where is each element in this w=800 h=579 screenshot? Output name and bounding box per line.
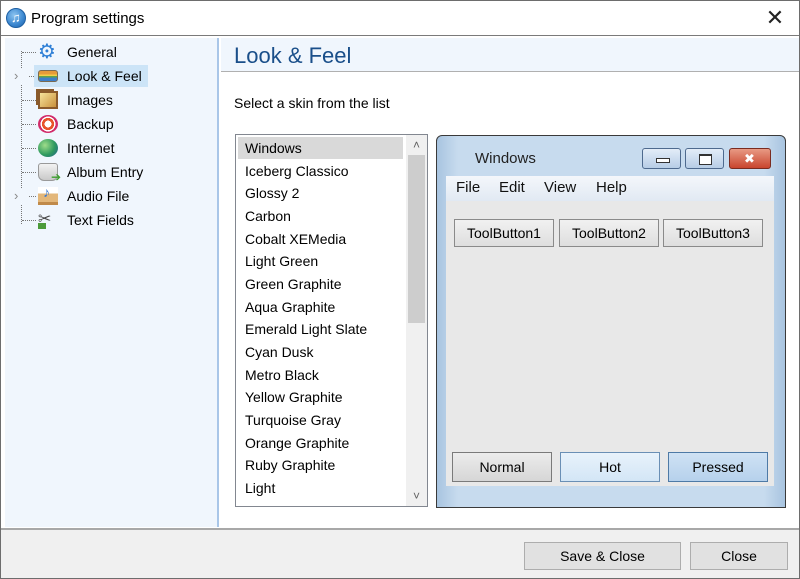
- close-button[interactable]: Close: [690, 542, 788, 570]
- sidebar-item-internet[interactable]: Internet: [5, 137, 215, 159]
- sidebar-item-album-entry[interactable]: Album Entry: [5, 161, 215, 184]
- sidebar-item-label: Album Entry: [67, 164, 144, 180]
- sidebar-item-text-fields[interactable]: ✂ Text Fields: [5, 209, 215, 231]
- sidebar-item-label: General: [67, 44, 117, 60]
- preview-pressed-button: Pressed: [668, 452, 768, 482]
- skin-preview: Windows File Edit View Help ToolButton1 …: [436, 135, 786, 508]
- expand-chevron-icon[interactable]: ›: [14, 188, 28, 204]
- list-item[interactable]: Windows: [238, 137, 403, 159]
- internet-icon: [38, 139, 58, 157]
- list-item[interactable]: Glossy 2: [238, 182, 403, 204]
- footer-bar: Save & Close Close: [1, 528, 799, 578]
- instruction-label: Select a skin from the list: [234, 95, 390, 111]
- sidebar-item-label: Audio File: [67, 188, 130, 204]
- preview-menu-view: View: [544, 179, 577, 196]
- panel-header: Look & Feel: [221, 38, 799, 72]
- list-item[interactable]: Yellow Graphite: [238, 386, 403, 408]
- sidebar-item-audio-file[interactable]: › Audio File: [5, 184, 215, 207]
- scroll-down-arrow-icon[interactable]: ˅: [406, 486, 427, 506]
- close-icon[interactable]: ✕: [751, 1, 799, 35]
- preview-close-icon: [729, 148, 771, 169]
- settings-tree: ⚙ General › Look & Feel Images Backup In…: [5, 38, 219, 527]
- preview-normal-button: Normal: [452, 452, 552, 482]
- window-title: Program settings: [31, 10, 145, 27]
- album-entry-icon: [38, 163, 61, 184]
- sidebar-item-label: Look & Feel: [67, 68, 142, 84]
- list-item[interactable]: Metro Black: [238, 364, 403, 386]
- preview-minimize-icon: [642, 148, 681, 169]
- list-item[interactable]: Emerald Light Slate: [238, 318, 403, 340]
- backup-icon: [38, 115, 58, 133]
- program-settings-window: Program settings ✕ ⚙ General › Look & Fe…: [0, 0, 800, 579]
- list-item[interactable]: Ruby Graphite: [238, 454, 403, 476]
- list-item[interactable]: Green Graphite: [238, 273, 403, 295]
- list-item[interactable]: Light: [238, 477, 403, 499]
- sidebar-item-label: Text Fields: [67, 212, 134, 228]
- list-item[interactable]: Cyan Dusk: [238, 341, 403, 363]
- look-and-feel-icon: [38, 70, 58, 82]
- skin-list[interactable]: Windows Iceberg Classico Glossy 2 Carbon…: [235, 134, 428, 507]
- sidebar-item-backup[interactable]: Backup: [5, 113, 215, 135]
- sidebar-item-general[interactable]: ⚙ General: [5, 41, 215, 63]
- list-item[interactable]: Iceberg Classico: [238, 160, 403, 182]
- list-scrollbar[interactable]: ˄ ˅: [406, 135, 427, 506]
- sidebar-item-images[interactable]: Images: [5, 89, 215, 111]
- preview-menu-edit: Edit: [499, 179, 525, 196]
- text-fields-icon: ✂: [38, 211, 58, 229]
- page-title: Look & Feel: [234, 43, 352, 68]
- sidebar-item-label: Images: [67, 92, 113, 108]
- preview-maximize-icon: [685, 148, 724, 169]
- preview-menubar: File Edit View Help: [446, 176, 774, 201]
- scroll-up-arrow-icon[interactable]: ˄: [406, 135, 427, 155]
- images-icon: [38, 91, 58, 109]
- sidebar-item-label: Backup: [67, 116, 114, 132]
- scrollbar-thumb[interactable]: [408, 155, 425, 323]
- save-and-close-button[interactable]: Save & Close: [524, 542, 681, 570]
- list-item[interactable]: Cobalt XEMedia: [238, 228, 403, 250]
- list-item[interactable]: Orange Graphite: [238, 432, 403, 454]
- preview-window-title: Windows: [475, 150, 536, 167]
- preview-toolbutton: ToolButton2: [559, 219, 659, 247]
- preview-client-area: ToolButton1 ToolButton2 ToolButton3 Norm…: [446, 201, 774, 486]
- sidebar-item-look-and-feel[interactable]: › Look & Feel: [5, 65, 215, 87]
- gear-icon: ⚙: [38, 41, 56, 63]
- preview-menu-help: Help: [596, 179, 627, 196]
- preview-menu-file: File: [456, 179, 481, 196]
- audio-file-icon: [38, 184, 58, 205]
- preview-hot-button: Hot: [560, 452, 660, 482]
- sidebar-item-label: Internet: [67, 140, 115, 156]
- app-icon: [6, 8, 26, 28]
- expand-chevron-icon[interactable]: ›: [14, 68, 28, 84]
- preview-toolbutton: ToolButton3: [663, 219, 763, 247]
- list-item[interactable]: Light Green: [238, 250, 403, 272]
- list-item[interactable]: Aqua Graphite: [238, 296, 403, 318]
- preview-toolbutton: ToolButton1: [454, 219, 554, 247]
- list-item[interactable]: Carbon: [238, 205, 403, 227]
- list-item[interactable]: Turquoise Gray: [238, 409, 403, 431]
- title-bar: Program settings ✕: [1, 1, 799, 36]
